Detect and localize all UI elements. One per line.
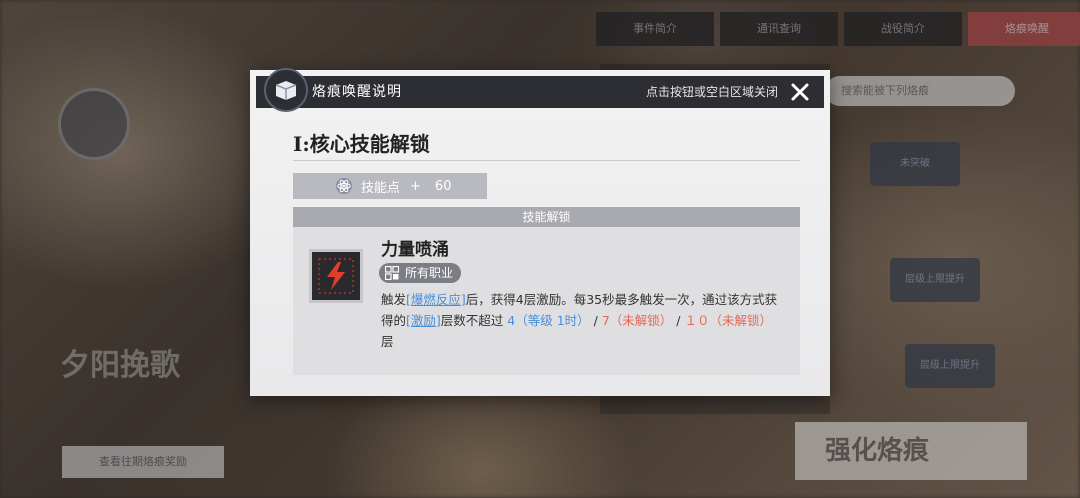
desc-text: 层 (381, 334, 394, 349)
section-title: I:核心技能解锁 (293, 132, 430, 156)
class-icon (385, 266, 399, 280)
unlock-header: 技能解锁 (293, 207, 800, 227)
skill-lightning-icon (309, 249, 363, 303)
plus-sign: + (410, 178, 421, 194)
dialog-title: 烙痕唤醒说明 (312, 84, 402, 100)
level-value-locked: １０（未解锁） (684, 313, 773, 328)
skill-unlock-panel: 技能解锁 力量喷涌 所有职业 触发[爆燃反应]后，获得4层激励。每35秒最多触发… (293, 207, 800, 375)
close-icon[interactable] (788, 80, 812, 104)
job-tag-label: 所有职业 (405, 266, 454, 280)
separator: / (676, 313, 681, 328)
desc-text: 层数不超过 (440, 313, 504, 328)
job-tag: 所有职业 (379, 263, 462, 283)
keyword-link[interactable]: [激励] (406, 313, 441, 328)
separator: / (593, 313, 598, 328)
keyword-link[interactable]: [爆燃反应] (406, 292, 466, 307)
skill-points-label: 技能点 (361, 180, 401, 196)
divider (293, 160, 800, 161)
skill-description: 触发[爆燃反应]后，获得4层激励。每35秒最多触发一次，通过该方式获得的[激励]… (381, 289, 783, 352)
atom-icon (335, 177, 353, 195)
skill-points-value: 60 (434, 178, 452, 194)
skill-points-bar: 技能点 + 60 (293, 173, 487, 199)
level-value-current: 4（等级 1时） (507, 313, 590, 328)
dialog-header: 烙痕唤醒说明 点击按钮或空白区域关闭 (256, 68, 824, 112)
awaken-info-dialog: 烙痕唤醒说明 点击按钮或空白区域关闭 I:核心技能解锁 技能点 + 60 技能解… (250, 68, 830, 396)
level-value-locked: 7（未解锁） (601, 313, 673, 328)
skill-name: 力量喷涌 (381, 240, 449, 260)
book-icon (264, 68, 308, 112)
close-hint: 点击按钮或空白区域关闭 (645, 85, 778, 99)
desc-text: 触发 (381, 292, 407, 307)
